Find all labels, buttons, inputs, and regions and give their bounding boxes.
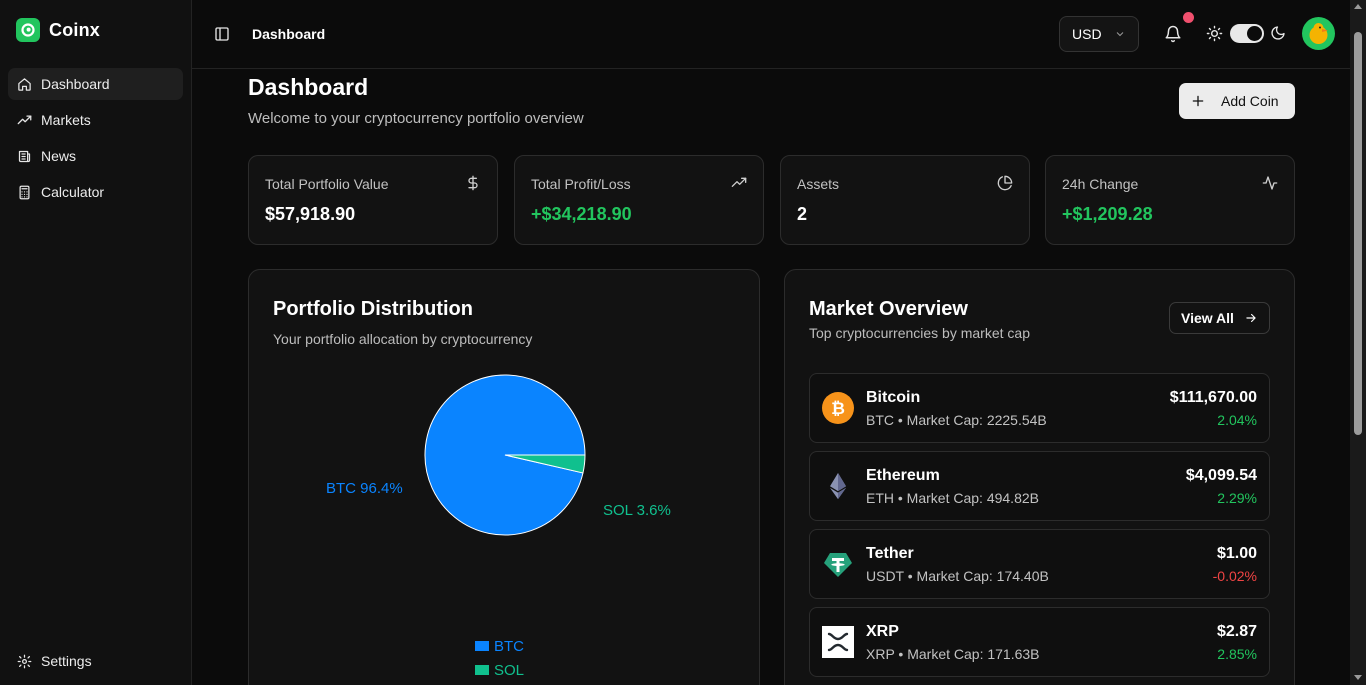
market-subtitle: Top cryptocurrencies by market cap (809, 325, 1030, 341)
legend-label: BTC (494, 637, 524, 655)
top-header: Dashboard USD (192, 0, 1350, 69)
notification-dot (1183, 12, 1194, 23)
pie-chart-icon (997, 175, 1013, 191)
sidebar-item-dashboard[interactable]: Dashboard (8, 68, 183, 100)
coin-change: 2.85% (1217, 646, 1257, 662)
coin-meta: XRP • Market Cap: 171.63B (866, 646, 1040, 662)
legend-swatch (475, 665, 489, 675)
bell-icon[interactable] (1164, 25, 1182, 43)
chart-legend: BTC SOL (475, 634, 524, 682)
coin-row-tether[interactable]: Tether USDT • Market Cap: 174.40B $1.00 … (809, 529, 1270, 599)
pie-label-sol: SOL 3.6% (603, 502, 671, 519)
stat-label: Assets (797, 176, 840, 192)
portfolio-pie-chart (424, 374, 586, 536)
trending-up-icon (731, 177, 747, 187)
coin-row-xrp[interactable]: XRP XRP • Market Cap: 171.63B $2.87 2.85… (809, 607, 1270, 677)
add-coin-button[interactable]: Add Coin (1179, 83, 1295, 119)
stat-card-portfolio-value: Total Portfolio Value $57,918.90 (248, 155, 498, 245)
sidebar-toggle-icon[interactable] (214, 26, 230, 42)
coin-change: -0.02% (1212, 568, 1257, 584)
stat-value: +$34,218.90 (531, 204, 632, 224)
coin-price: $4,099.54 (1185, 467, 1257, 484)
scroll-up-arrow-icon[interactable] (1354, 4, 1362, 9)
view-all-label: View All (1181, 310, 1234, 326)
sidebar: Coinx Dashboard Markets News Calculator … (0, 0, 192, 685)
stat-value: $57,918.90 (265, 204, 356, 224)
stat-label: Total Profit/Loss (531, 176, 631, 192)
brand[interactable]: Coinx (16, 18, 100, 42)
calculator-icon (19, 185, 30, 199)
page-subtitle: Welcome to your cryptocurrency portfolio… (248, 110, 584, 127)
activity-icon (1262, 176, 1278, 190)
sidebar-item-label: Settings (41, 653, 92, 669)
xrp-icon (822, 626, 854, 658)
home-icon (18, 77, 31, 91)
coin-change: 2.04% (1217, 412, 1257, 428)
coin-meta: ETH • Market Cap: 494.82B (866, 490, 1039, 506)
currency-select[interactable]: USD (1059, 16, 1139, 52)
portfolio-distribution-card: Portfolio Distribution Your portfolio al… (248, 269, 760, 685)
coin-name: XRP (866, 623, 899, 640)
moon-icon (1271, 26, 1285, 40)
sidebar-item-news[interactable]: News (8, 140, 183, 172)
coin-row-ethereum[interactable]: Ethereum ETH • Market Cap: 494.82B $4,09… (809, 451, 1270, 521)
trending-up-icon (17, 115, 32, 124)
sidebar-item-label: Dashboard (41, 76, 110, 92)
ethereum-icon (830, 473, 846, 500)
view-all-button[interactable]: View All (1169, 302, 1270, 334)
sidebar-item-markets[interactable]: Markets (8, 104, 183, 136)
tether-icon (824, 553, 852, 577)
coin-change: 2.29% (1217, 490, 1257, 506)
currency-value: USD (1072, 26, 1102, 42)
stat-label: Total Portfolio Value (265, 176, 389, 192)
newspaper-icon (18, 150, 31, 162)
sidebar-item-label: Calculator (41, 184, 105, 200)
scroll-down-arrow-icon[interactable] (1354, 675, 1362, 680)
stat-value: +$1,209.28 (1062, 204, 1153, 224)
theme-toggle[interactable] (1230, 24, 1264, 43)
coin-price: $111,670.00 (1169, 389, 1257, 406)
sidebar-nav: Dashboard Markets News Calculator (8, 68, 183, 212)
sun-icon (1206, 25, 1223, 42)
scroll-thumb[interactable] (1354, 32, 1362, 435)
svg-text:₿: ₿ (831, 399, 845, 419)
coin-name: Bitcoin (866, 389, 921, 406)
market-title: Market Overview (809, 298, 968, 320)
coin-name: Ethereum (866, 467, 940, 484)
sidebar-item-calculator[interactable]: Calculator (8, 176, 183, 208)
sidebar-settings: Settings (8, 645, 183, 681)
legend-item-btc[interactable]: BTC (475, 634, 524, 658)
coin-price: $1.00 (1216, 545, 1257, 562)
legend-label: SOL (494, 661, 525, 679)
sidebar-item-label: Markets (41, 112, 91, 128)
add-coin-label: Add Coin (1221, 93, 1279, 109)
coin-meta: USDT • Market Cap: 174.40B (866, 568, 1049, 584)
sidebar-item-settings[interactable]: Settings (8, 645, 183, 677)
coin-name: Tether (866, 545, 914, 562)
stat-card-24h-change: 24h Change +$1,209.28 (1045, 155, 1295, 245)
dollar-icon (468, 175, 478, 191)
market-overview-card: Market Overview Top cryptocurrencies by … (784, 269, 1295, 685)
stat-value: 2 (797, 204, 808, 224)
page-title: Dashboard (248, 74, 369, 100)
stat-card-assets: Assets 2 (780, 155, 1030, 245)
legend-swatch (475, 641, 489, 651)
stat-label: 24h Change (1062, 176, 1139, 192)
plus-icon (1192, 95, 1204, 107)
coin-price: $2.87 (1216, 623, 1257, 640)
coin-row-bitcoin[interactable]: ₿ Bitcoin BTC • Market Cap: 2225.54B $11… (809, 373, 1270, 443)
brand-name: Coinx (49, 19, 101, 40)
arrow-right-icon (1246, 313, 1256, 323)
stat-card-profit-loss: Total Profit/Loss +$34,218.90 (514, 155, 764, 245)
legend-item-sol[interactable]: SOL (475, 658, 524, 682)
bitcoin-icon: ₿ (822, 392, 854, 424)
avatar[interactable] (1302, 17, 1335, 50)
coinx-logo-icon (16, 18, 40, 42)
chevron-down-icon (1116, 32, 1123, 37)
gear-icon (17, 654, 32, 668)
header-title: Dashboard (252, 26, 326, 42)
sidebar-item-label: News (41, 148, 77, 164)
pie-label-btc: BTC 96.4% (326, 480, 403, 497)
coin-meta: BTC • Market Cap: 2225.54B (866, 412, 1047, 428)
